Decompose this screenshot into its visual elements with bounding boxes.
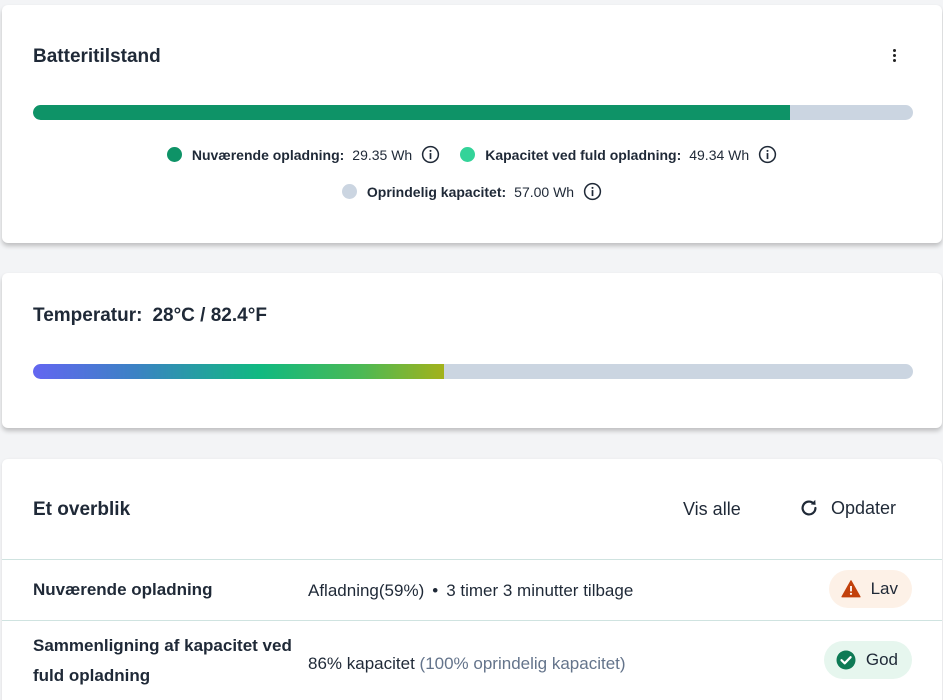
battery-status-card: Batteritilstand Nuværende opladning: 29.… [2,5,942,243]
temperature-bar [33,364,913,379]
legend-full-capacity: Kapacitet ved fuld opladning: 49.34 Wh [460,145,777,164]
row-label: Nuværende opladning [33,580,213,599]
status-badge-low: Lav [828,570,912,608]
discharge-status: Afladning(59%) [308,581,425,600]
refresh-label: Opdater [831,497,897,518]
refresh-icon [801,499,817,516]
refresh-button[interactable]: Opdater [798,497,896,519]
overview-row-current-charge: Nuværende opladning Afladning(59%) • 3 tim… [2,559,942,620]
badge-label: Lav [870,579,898,598]
temperature-label: Temperatur: [33,305,143,326]
full-capacity-label: Kapacitet ved fuld opladning: [485,146,682,163]
kebab-vertical-icon[interactable] [886,45,902,65]
bullet-separator: • [432,581,439,600]
row-label: Sammenligning af kapacitet ved fuld opla… [33,636,292,685]
info-icon[interactable] [421,145,440,164]
warning-triangle-icon [840,580,861,598]
legend-current-charge: Nuværende opladning: 29.35 Wh [166,145,440,164]
battery-legend-row: Oprindelig kapacitet: 57.00 Wh [2,182,942,201]
current-charge-label: Nuværende opladning: [191,146,345,163]
full-capacity-value: 49.34 Wh [689,146,750,163]
overview-title: Et overblik [33,499,131,520]
check-circle-icon [836,650,856,670]
battery-capacity-bar [33,105,913,120]
row-value: 86% kapacitet (100% oprindelig kapacitet… [308,654,626,674]
view-all-link[interactable]: Vis alle [683,499,741,520]
battery-status-title: Batteritilstand [33,46,161,67]
original-capacity-percent: (100% oprindelig kapacitet) [419,654,626,673]
temperature-card: Temperatur: 28°C / 82.4°F [2,273,942,428]
legend-original-capacity: Oprindelig kapacitet: 57.00 Wh [341,182,602,201]
temperature-heading: Temperatur: 28°C / 82.4°F [33,305,267,327]
info-icon[interactable] [758,145,777,164]
original-capacity-value: 57.00 Wh [514,183,575,200]
current-charge-dot [166,147,182,162]
status-badge-good: God [823,641,912,679]
full-capacity-dot [460,147,476,162]
temperature-fill [33,364,444,379]
battery-legend-row: Nuværende opladning: 29.35 Wh Kapacitet … [2,145,942,164]
row-value: Afladning(59%) • 3 timer 3 minutter tilbag… [308,581,633,601]
original-capacity-label: Oprindelig kapacitet: [366,183,507,200]
badge-label: God [865,650,898,669]
info-icon[interactable] [583,182,602,201]
overview-card: Et overblik Vis alle Opdater Nuværende o… [2,459,942,700]
original-capacity-dot [341,184,357,199]
capacity-percent: 86% kapacitet [308,654,415,673]
time-remaining: 3 timer 3 minutter tilbage [446,581,634,600]
overview-row-capacity-comparison: Sammenligning af kapacitet ved fuld opla… [2,620,942,700]
temperature-value: 28°C / 82.4°F [152,305,267,326]
battery-charge-fill [33,105,791,120]
current-charge-value: 29.35 Wh [352,146,413,163]
